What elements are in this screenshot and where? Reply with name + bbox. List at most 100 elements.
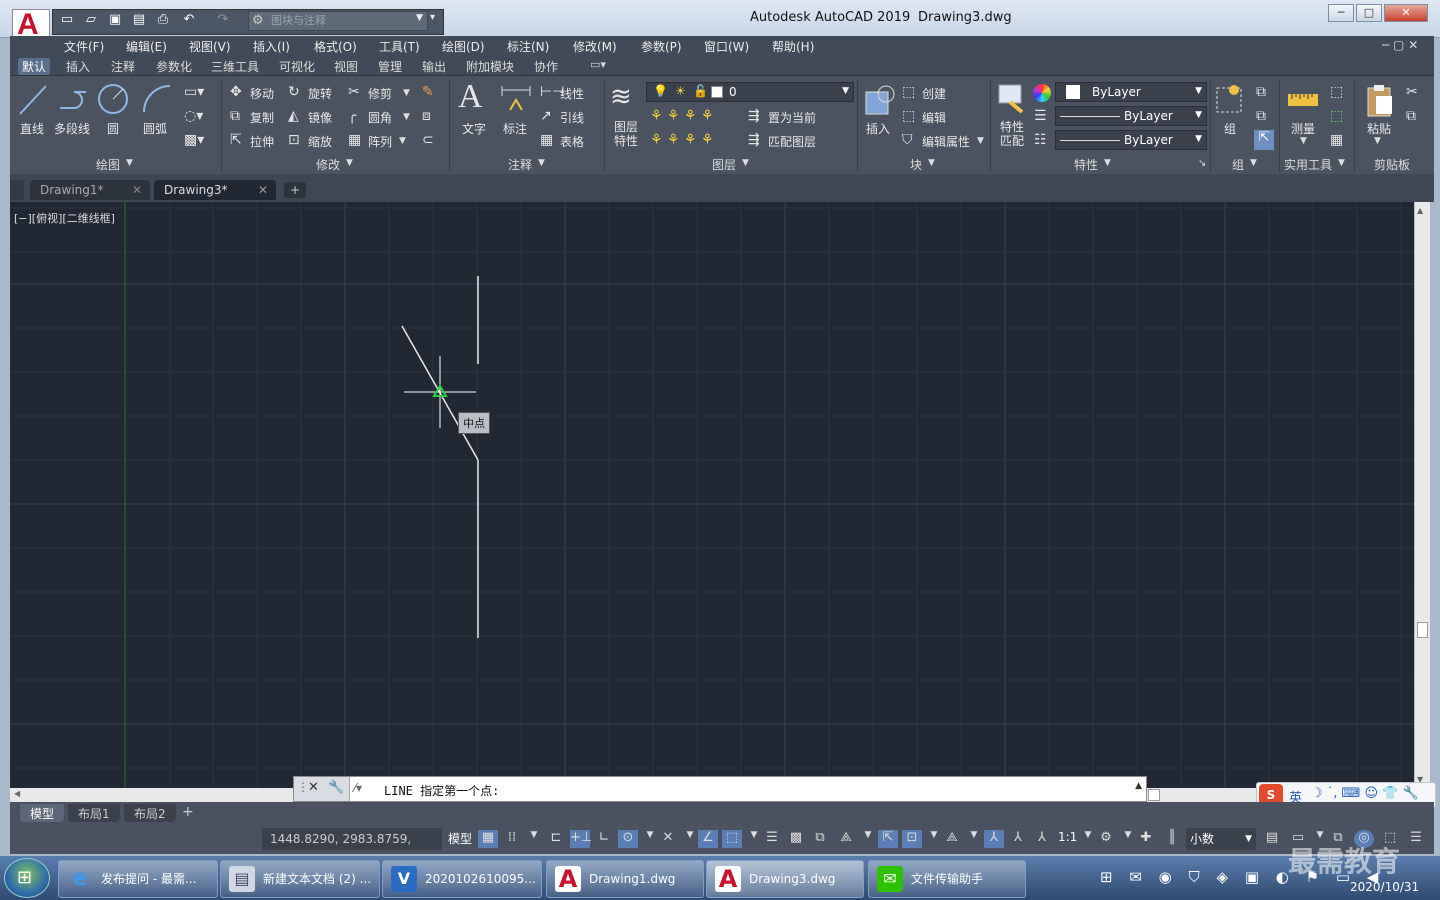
- polyline-icon[interactable]: [56, 84, 92, 114]
- scroll-thumb[interactable]: [1417, 622, 1428, 638]
- chevron-down-icon[interactable]: ▼: [1078, 830, 1098, 848]
- menu-draw[interactable]: 绘图(D): [442, 38, 485, 55]
- chevron-down-icon[interactable]: ▼: [1338, 158, 1345, 168]
- mirror-icon[interactable]: ◭: [288, 108, 299, 124]
- create-block-icon[interactable]: ⬚: [902, 84, 915, 100]
- chevron-down-icon[interactable]: ▼: [403, 88, 410, 98]
- layout-tab-layout2[interactable]: 布局2: [124, 804, 176, 822]
- chevron-down-icon[interactable]: ▼: [1374, 136, 1381, 146]
- chevron-down-icon[interactable]: ▼: [928, 158, 935, 168]
- fillet-icon[interactable]: ╭: [348, 108, 356, 124]
- stretch-button[interactable]: 拉伸: [250, 133, 274, 150]
- insert-button-label[interactable]: 插入: [866, 120, 890, 137]
- leader-icon[interactable]: ↗: [540, 108, 552, 124]
- new-file-icon[interactable]: ▭: [58, 12, 76, 28]
- create-block-button[interactable]: 创建: [922, 85, 946, 102]
- layer-dropdown[interactable]: 💡 ☀ 🔓 0 ▼: [646, 82, 854, 102]
- print-icon[interactable]: ⎙: [154, 12, 172, 28]
- layout-tab-layout1[interactable]: 布局1: [68, 804, 120, 822]
- dialog-launcher-icon[interactable]: ↘: [1198, 158, 1206, 169]
- leader-button[interactable]: 引线: [560, 109, 584, 126]
- menu-edit[interactable]: 编辑(E): [126, 38, 167, 55]
- set-current-button[interactable]: 置为当前: [768, 109, 816, 126]
- doc-window-controls[interactable]: ─ ▢ ✕: [1382, 38, 1418, 52]
- edit-attribute-icon[interactable]: ⛉: [902, 132, 913, 148]
- measure-icon[interactable]: [1286, 86, 1320, 112]
- auto-scale-icon[interactable]: ⅄: [1008, 830, 1028, 848]
- workspace-selector[interactable]: 图块与注释: [248, 11, 428, 31]
- customization-menu-icon[interactable]: ☰: [1406, 830, 1426, 848]
- gradient-icon[interactable]: ▩▾: [184, 132, 204, 148]
- arc-icon[interactable]: [140, 82, 174, 116]
- color-dropdown[interactable]: ByLayer ▼: [1055, 82, 1207, 102]
- tab-3d-tools[interactable]: 三维工具: [211, 58, 259, 75]
- group-edit-icon[interactable]: ⧉: [1256, 108, 1266, 124]
- match-layer-icon[interactable]: ⇶: [748, 132, 760, 148]
- chevron-down-icon[interactable]: ▼: [924, 830, 944, 848]
- ungroup-icon[interactable]: ⧉: [1256, 84, 1266, 100]
- taskbar-item-drawing3[interactable]: A Drawing3.dwg: [706, 860, 864, 898]
- close-icon[interactable]: ✕: [308, 780, 319, 795]
- annotation-scale-value[interactable]: 1:1: [1058, 830, 1077, 844]
- dimension-icon[interactable]: [500, 84, 532, 116]
- scale-button[interactable]: 缩放: [308, 133, 332, 150]
- object-snap-icon[interactable]: ⬚: [722, 830, 742, 848]
- command-line[interactable]: ⋮ ✕ 🔧 ⁄▾ LINE 指定第一个点: ▲: [293, 776, 1147, 802]
- start-button[interactable]: ⊞: [4, 858, 50, 898]
- chevron-down-icon[interactable]: ▼: [640, 830, 660, 848]
- menu-file[interactable]: 文件(F): [64, 38, 104, 55]
- grid-icon[interactable]: ▦: [478, 830, 498, 848]
- selection-cycling-icon[interactable]: ⧉: [810, 830, 830, 848]
- tab-manage[interactable]: 管理: [378, 58, 402, 75]
- ortho-icon[interactable]: ∟: [594, 830, 614, 848]
- chevron-down-icon[interactable]: ▼: [744, 830, 764, 848]
- erase-icon[interactable]: ✎: [422, 84, 434, 100]
- add-layout-button[interactable]: +: [182, 804, 194, 820]
- transparency-icon[interactable]: ▩: [786, 830, 806, 848]
- coordinate-readout[interactable]: 1448.8290, 2983.8759, 0.0000: [262, 828, 442, 868]
- panel-title-clipboard[interactable]: 剪贴板: [1374, 156, 1410, 173]
- object-snap-tracking-icon[interactable]: ∠: [698, 830, 718, 848]
- linetype-icon[interactable]: ☷: [1034, 132, 1047, 148]
- rotate-button[interactable]: 旋转: [308, 85, 332, 102]
- edit-block-button[interactable]: 编辑: [922, 109, 946, 126]
- copy-icon[interactable]: ⧉: [230, 108, 240, 124]
- dynamic-ucs-icon[interactable]: ⇱: [878, 830, 898, 848]
- workspace-gear-icon[interactable]: ⚙: [1096, 830, 1116, 848]
- menu-parametric[interactable]: 参数(P): [641, 38, 682, 55]
- tab-collaborate[interactable]: 协作: [534, 58, 558, 75]
- table-icon[interactable]: ▦: [540, 132, 553, 148]
- chevron-down-icon[interactable]: ▼: [1250, 158, 1257, 168]
- tab-insert[interactable]: 插入: [66, 58, 90, 75]
- minimize-button[interactable]: ─: [1328, 4, 1354, 22]
- dynamic-input-icon[interactable]: +⊥: [570, 830, 592, 848]
- chevron-down-icon[interactable]: ▼: [416, 13, 423, 23]
- scroll-up-icon[interactable]: ▲: [1417, 206, 1423, 215]
- new-tab-button[interactable]: +: [284, 182, 306, 198]
- color-wheel-icon[interactable]: [1033, 84, 1051, 102]
- chevron-down-icon[interactable]: ▼: [858, 830, 878, 848]
- gizmo-icon[interactable]: ⟁: [942, 830, 962, 848]
- chevron-down-icon[interactable]: ▼: [403, 112, 410, 122]
- trim-button[interactable]: 修剪: [368, 85, 392, 102]
- lineweight-dropdown[interactable]: ByLayer ▼: [1055, 106, 1207, 126]
- mirror-button[interactable]: 镜像: [308, 109, 332, 126]
- match-properties-label[interactable]: 特性匹配: [1000, 120, 1026, 148]
- menu-window[interactable]: 窗口(W): [704, 38, 749, 55]
- vertical-scrollbar[interactable]: ▲ ▼: [1414, 202, 1430, 788]
- menu-view[interactable]: 视图(V): [189, 38, 231, 55]
- select-all-icon[interactable]: ⬚: [1330, 108, 1343, 124]
- tab-addins[interactable]: 附加模块: [466, 58, 514, 75]
- insert-block-icon[interactable]: [862, 82, 896, 118]
- circle-button-label[interactable]: 圆: [107, 120, 119, 137]
- chevron-down-icon[interactable]: ▼: [1300, 136, 1307, 146]
- snap-icon[interactable]: ⁞⁞: [502, 830, 522, 848]
- customize-qat-icon[interactable]: ▾: [430, 12, 435, 23]
- layer-off-icon[interactable]: ⚘ ⚘ ⚘ ⚘: [650, 108, 714, 124]
- taskbar-item-video[interactable]: V 2020102610095...: [382, 860, 542, 898]
- copy-clip-icon[interactable]: ⧉: [1406, 108, 1416, 124]
- ime-tools-icon[interactable]: ☽ ˙, ⌨ ☺ 👕 🔧: [1311, 786, 1419, 801]
- hatch-icon[interactable]: ◌▾: [184, 108, 203, 124]
- annotation-visibility-icon[interactable]: ⅄: [984, 830, 1004, 848]
- tab-output[interactable]: 输出: [422, 58, 446, 75]
